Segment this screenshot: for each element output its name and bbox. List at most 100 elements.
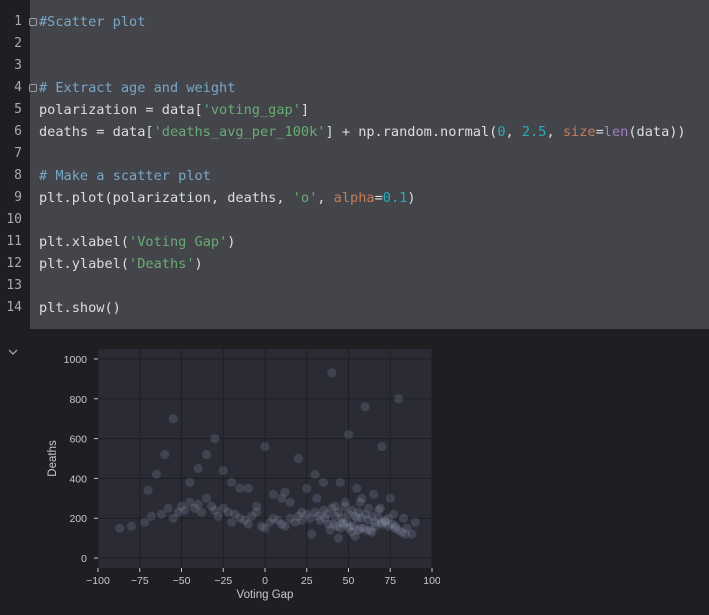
data-point xyxy=(168,414,178,424)
data-point xyxy=(235,483,245,493)
code-token: plt.ylabel( xyxy=(39,256,130,272)
code-line: plt.show() xyxy=(39,297,121,319)
code-cell[interactable]: 1 #Scatter plot 2 3 4 # Extract age and weigh… xyxy=(0,0,709,329)
data-point xyxy=(302,483,312,493)
code-token: , xyxy=(317,190,334,206)
line-number: 2 xyxy=(14,36,22,51)
data-point xyxy=(352,513,362,523)
data-point xyxy=(243,519,253,529)
line-number: 3 xyxy=(14,58,22,73)
data-point xyxy=(210,433,220,444)
code-line: #Scatter plot xyxy=(39,11,145,33)
code-line: plt.xlabel('Voting Gap') xyxy=(39,231,235,253)
data-point xyxy=(400,529,410,539)
code-token: ) xyxy=(407,190,416,206)
code-token: 'o' xyxy=(292,190,318,206)
code-token: ] + np.random.normal( xyxy=(325,124,498,140)
data-point xyxy=(343,523,354,533)
code-token: , xyxy=(505,124,522,140)
line-number: 1 xyxy=(14,14,22,29)
data-point xyxy=(375,503,385,513)
data-point xyxy=(193,499,203,509)
x-tick-label: −25 xyxy=(214,575,232,587)
data-point xyxy=(394,394,404,404)
data-point xyxy=(340,497,350,507)
chevron-down-icon xyxy=(8,349,18,355)
data-point xyxy=(243,483,253,493)
data-point xyxy=(368,489,379,499)
line-number: 12 xyxy=(6,256,22,271)
x-axis-label: Voting Gap xyxy=(237,589,294,601)
data-point xyxy=(335,477,345,487)
code-token: #Scatter plot xyxy=(39,14,146,30)
output-toggle-button[interactable] xyxy=(6,344,20,358)
data-point xyxy=(196,507,207,517)
code-token: 'Voting Gap' xyxy=(129,234,228,250)
data-point xyxy=(185,477,195,487)
x-tick-label: 50 xyxy=(343,575,355,587)
line-number: 8 xyxy=(14,168,22,183)
data-point xyxy=(115,523,125,533)
code-token: 0.1 xyxy=(382,190,408,206)
code-token: 'voting_gap' xyxy=(202,102,301,118)
line-number: 5 xyxy=(14,102,22,117)
data-point xyxy=(355,497,365,507)
data-point xyxy=(163,503,173,513)
code-token: 0 xyxy=(497,124,506,140)
x-tick-label: 75 xyxy=(384,575,396,587)
data-point xyxy=(160,449,170,460)
data-point xyxy=(213,511,223,521)
x-tick-label: −75 xyxy=(131,575,149,587)
line-number: 10 xyxy=(6,212,22,227)
data-point xyxy=(297,507,307,517)
x-tick-label: −100 xyxy=(86,575,110,587)
data-point xyxy=(227,477,237,487)
data-point xyxy=(293,453,303,464)
data-point xyxy=(367,527,377,537)
code-token: alpha xyxy=(333,190,375,206)
y-tick-label: 600 xyxy=(69,434,87,446)
line-number: 11 xyxy=(6,234,22,249)
data-point xyxy=(310,469,320,480)
code-token: ) xyxy=(194,256,203,272)
code-line: # Extract age and weight xyxy=(39,77,235,99)
data-point xyxy=(410,517,420,527)
line-number: 7 xyxy=(14,146,22,161)
code-line: polarization = data['voting_gap'] xyxy=(39,99,309,121)
code-token: len xyxy=(603,124,629,140)
data-point xyxy=(268,489,278,499)
fold-marker-icon[interactable] xyxy=(29,18,37,26)
code-token: = xyxy=(595,124,604,140)
code-token: deaths = data[ xyxy=(39,124,154,140)
code-token: 'deaths_avg_per_100k' xyxy=(153,124,326,140)
data-point xyxy=(377,441,387,452)
data-point xyxy=(363,503,374,513)
x-tick-label: 25 xyxy=(301,575,313,587)
data-point xyxy=(280,487,290,497)
data-point xyxy=(126,521,136,531)
data-point xyxy=(318,477,329,487)
data-point xyxy=(352,483,362,493)
line-number: 14 xyxy=(6,300,22,315)
data-point xyxy=(320,513,330,523)
data-point xyxy=(285,497,295,507)
code-token: # Extract age and weight xyxy=(39,80,236,96)
data-point xyxy=(252,501,262,511)
data-point xyxy=(377,517,387,527)
code-token: 2.5 xyxy=(521,124,547,140)
code-token: , xyxy=(546,124,563,140)
line-number: 9 xyxy=(14,190,22,205)
data-point xyxy=(343,430,354,440)
data-point xyxy=(143,485,153,495)
fold-marker-icon[interactable] xyxy=(29,84,37,92)
data-point xyxy=(399,513,409,523)
data-point xyxy=(180,505,190,515)
line-number: 6 xyxy=(14,124,22,139)
data-point xyxy=(330,501,340,511)
code-token: ) xyxy=(227,234,236,250)
data-point xyxy=(307,529,317,539)
data-point xyxy=(193,463,203,474)
data-point xyxy=(327,368,337,378)
data-point xyxy=(280,521,290,531)
code-token: plt.plot(polarization, deaths, xyxy=(39,190,293,206)
